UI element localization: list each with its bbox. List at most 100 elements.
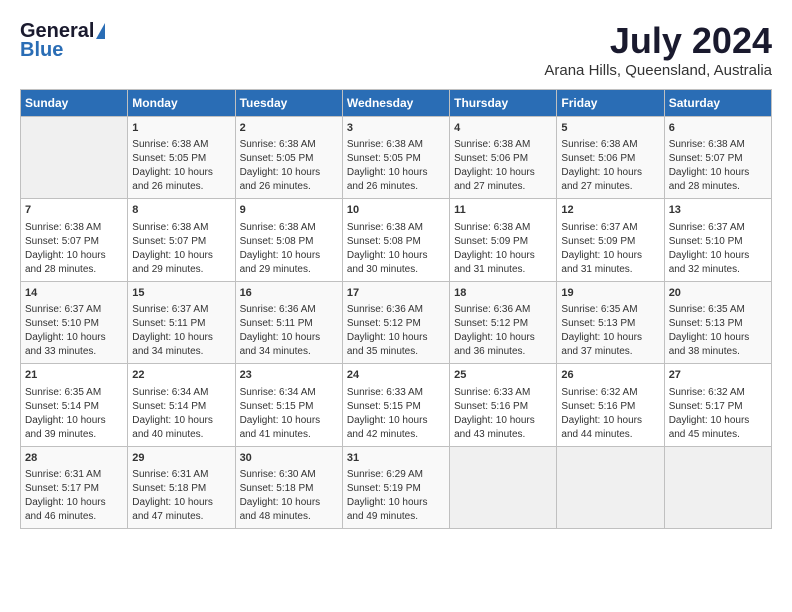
calendar-week-row: 28 Sunrise: 6:31 AM Sunset: 5:17 PM Dayli… <box>21 446 772 528</box>
calendar-cell: 25 Sunrise: 6:33 AM Sunset: 5:16 PM Dayli… <box>450 364 557 446</box>
cell-info: Sunrise: 6:38 AM Sunset: 5:07 PM Dayligh… <box>132 221 230 277</box>
cell-info: Sunrise: 6:36 AM Sunset: 5:12 PM Dayligh… <box>454 303 552 359</box>
cell-info: Sunrise: 6:37 AM Sunset: 5:10 PM Dayligh… <box>25 303 123 359</box>
calendar-cell: 18Sunrise: 6:36 AM Sunset: 5:12 PM Dayli… <box>450 281 557 363</box>
month-year-title: July 2024 <box>544 20 772 62</box>
day-number: 30 <box>240 451 338 466</box>
cell-info: Sunrise: 6:34 AM Sunset: 5:15 PM Dayligh… <box>240 386 338 442</box>
calendar-cell: 10 Sunrise: 6:38 AM Sunset: 5:08 PM Dayli… <box>342 199 449 281</box>
cell-info: Sunrise: 6:38 AM Sunset: 5:09 PM Dayligh… <box>454 221 552 277</box>
title-block: July 2024 Arana Hills, Queensland, Austr… <box>544 20 772 79</box>
cell-info: Sunrise: 6:30 AM Sunset: 5:18 PM Dayligh… <box>240 468 338 524</box>
calendar-cell: 9 Sunrise: 6:38 AM Sunset: 5:08 PM Daylig… <box>235 199 342 281</box>
day-number: 10 <box>347 203 445 218</box>
day-number: 15 <box>132 286 230 301</box>
calendar-cell: 28 Sunrise: 6:31 AM Sunset: 5:17 PM Dayli… <box>21 446 128 528</box>
day-number: 13 <box>669 203 767 218</box>
logo-blue-text: Blue <box>20 39 63 62</box>
day-number: 11 <box>454 203 552 218</box>
day-number: 24 <box>347 368 445 383</box>
cell-info: Sunrise: 6:35 AM Sunset: 5:13 PM Dayligh… <box>669 303 767 359</box>
cell-info: Sunrise: 6:38 AM Sunset: 5:06 PM Dayligh… <box>454 138 552 194</box>
weekday-header: Wednesday <box>342 90 449 117</box>
calendar-week-row: 1 Sunrise: 6:38 AM Sunset: 5:05 PM Daylig… <box>21 117 772 199</box>
day-number: 20 <box>669 286 767 301</box>
cell-info: Sunrise: 6:32 AM Sunset: 5:17 PM Dayligh… <box>669 386 767 442</box>
weekday-header: Monday <box>128 90 235 117</box>
day-number: 28 <box>25 451 123 466</box>
calendar-cell: 5 Sunrise: 6:38 AM Sunset: 5:06 PM Daylig… <box>557 117 664 199</box>
calendar-cell: 4 Sunrise: 6:38 AM Sunset: 5:06 PM Daylig… <box>450 117 557 199</box>
day-number: 7 <box>25 203 123 218</box>
calendar-header-row: SundayMondayTuesdayWednesdayThursdayFrid… <box>21 90 772 117</box>
calendar-cell <box>664 446 771 528</box>
day-number: 6 <box>669 121 767 136</box>
cell-info: Sunrise: 6:36 AM Sunset: 5:12 PM Dayligh… <box>347 303 445 359</box>
cell-info: Sunrise: 6:29 AM Sunset: 5:19 PM Dayligh… <box>347 468 445 524</box>
logo: General Blue <box>20 20 105 62</box>
day-number: 1 <box>132 121 230 136</box>
calendar-cell <box>557 446 664 528</box>
calendar-cell: 23 Sunrise: 6:34 AM Sunset: 5:15 PM Dayli… <box>235 364 342 446</box>
cell-info: Sunrise: 6:35 AM Sunset: 5:13 PM Dayligh… <box>561 303 659 359</box>
calendar-cell: 26 Sunrise: 6:32 AM Sunset: 5:16 PM Dayli… <box>557 364 664 446</box>
calendar-table: SundayMondayTuesdayWednesdayThursdayFrid… <box>20 89 772 529</box>
day-number: 4 <box>454 121 552 136</box>
calendar-cell: 31Sunrise: 6:29 AM Sunset: 5:19 PM Dayli… <box>342 446 449 528</box>
day-number: 22 <box>132 368 230 383</box>
calendar-cell: 3Sunrise: 6:38 AM Sunset: 5:05 PM Daylig… <box>342 117 449 199</box>
weekday-header: Sunday <box>21 90 128 117</box>
cell-info: Sunrise: 6:38 AM Sunset: 5:05 PM Dayligh… <box>347 138 445 194</box>
cell-info: Sunrise: 6:37 AM Sunset: 5:11 PM Dayligh… <box>132 303 230 359</box>
page-header: General Blue July 2024 Arana Hills, Quee… <box>20 20 772 79</box>
calendar-cell: 24 Sunrise: 6:33 AM Sunset: 5:15 PM Dayli… <box>342 364 449 446</box>
calendar-cell: 17 Sunrise: 6:36 AM Sunset: 5:12 PM Dayli… <box>342 281 449 363</box>
calendar-week-row: 21Sunrise: 6:35 AM Sunset: 5:14 PM Dayli… <box>21 364 772 446</box>
cell-info: Sunrise: 6:36 AM Sunset: 5:11 PM Dayligh… <box>240 303 338 359</box>
location-subtitle: Arana Hills, Queensland, Australia <box>544 62 772 79</box>
calendar-cell: 29 Sunrise: 6:31 AM Sunset: 5:18 PM Dayli… <box>128 446 235 528</box>
day-number: 21 <box>25 368 123 383</box>
cell-info: Sunrise: 6:33 AM Sunset: 5:16 PM Dayligh… <box>454 386 552 442</box>
calendar-cell: 6 Sunrise: 6:38 AM Sunset: 5:07 PM Daylig… <box>664 117 771 199</box>
day-number: 2 <box>240 121 338 136</box>
calendar-week-row: 7 Sunrise: 6:38 AM Sunset: 5:07 PM Daylig… <box>21 199 772 281</box>
day-number: 5 <box>561 121 659 136</box>
calendar-cell: 27Sunrise: 6:32 AM Sunset: 5:17 PM Dayli… <box>664 364 771 446</box>
cell-info: Sunrise: 6:38 AM Sunset: 5:08 PM Dayligh… <box>347 221 445 277</box>
cell-info: Sunrise: 6:33 AM Sunset: 5:15 PM Dayligh… <box>347 386 445 442</box>
calendar-cell: 21Sunrise: 6:35 AM Sunset: 5:14 PM Dayli… <box>21 364 128 446</box>
calendar-cell: 15 Sunrise: 6:37 AM Sunset: 5:11 PM Dayli… <box>128 281 235 363</box>
calendar-cell <box>450 446 557 528</box>
calendar-cell: 20 Sunrise: 6:35 AM Sunset: 5:13 PM Dayli… <box>664 281 771 363</box>
weekday-header: Tuesday <box>235 90 342 117</box>
day-number: 9 <box>240 203 338 218</box>
weekday-header: Saturday <box>664 90 771 117</box>
calendar-cell: 2 Sunrise: 6:38 AM Sunset: 5:05 PM Daylig… <box>235 117 342 199</box>
cell-info: Sunrise: 6:38 AM Sunset: 5:06 PM Dayligh… <box>561 138 659 194</box>
cell-info: Sunrise: 6:37 AM Sunset: 5:10 PM Dayligh… <box>669 221 767 277</box>
calendar-cell: 13 Sunrise: 6:37 AM Sunset: 5:10 PM Dayli… <box>664 199 771 281</box>
calendar-week-row: 14Sunrise: 6:37 AM Sunset: 5:10 PM Dayli… <box>21 281 772 363</box>
cell-info: Sunrise: 6:34 AM Sunset: 5:14 PM Dayligh… <box>132 386 230 442</box>
cell-info: Sunrise: 6:31 AM Sunset: 5:17 PM Dayligh… <box>25 468 123 524</box>
day-number: 16 <box>240 286 338 301</box>
calendar-cell: 11 Sunrise: 6:38 AM Sunset: 5:09 PM Dayli… <box>450 199 557 281</box>
day-number: 25 <box>454 368 552 383</box>
day-number: 17 <box>347 286 445 301</box>
calendar-cell: 19Sunrise: 6:35 AM Sunset: 5:13 PM Dayli… <box>557 281 664 363</box>
day-number: 26 <box>561 368 659 383</box>
cell-info: Sunrise: 6:38 AM Sunset: 5:07 PM Dayligh… <box>25 221 123 277</box>
day-number: 23 <box>240 368 338 383</box>
day-number: 29 <box>132 451 230 466</box>
calendar-cell: 12Sunrise: 6:37 AM Sunset: 5:09 PM Dayli… <box>557 199 664 281</box>
cell-info: Sunrise: 6:38 AM Sunset: 5:08 PM Dayligh… <box>240 221 338 277</box>
cell-info: Sunrise: 6:38 AM Sunset: 5:05 PM Dayligh… <box>132 138 230 194</box>
cell-info: Sunrise: 6:32 AM Sunset: 5:16 PM Dayligh… <box>561 386 659 442</box>
calendar-cell: 8Sunrise: 6:38 AM Sunset: 5:07 PM Daylig… <box>128 199 235 281</box>
cell-info: Sunrise: 6:38 AM Sunset: 5:05 PM Dayligh… <box>240 138 338 194</box>
weekday-header: Friday <box>557 90 664 117</box>
cell-info: Sunrise: 6:31 AM Sunset: 5:18 PM Dayligh… <box>132 468 230 524</box>
cell-info: Sunrise: 6:38 AM Sunset: 5:07 PM Dayligh… <box>669 138 767 194</box>
calendar-cell <box>21 117 128 199</box>
